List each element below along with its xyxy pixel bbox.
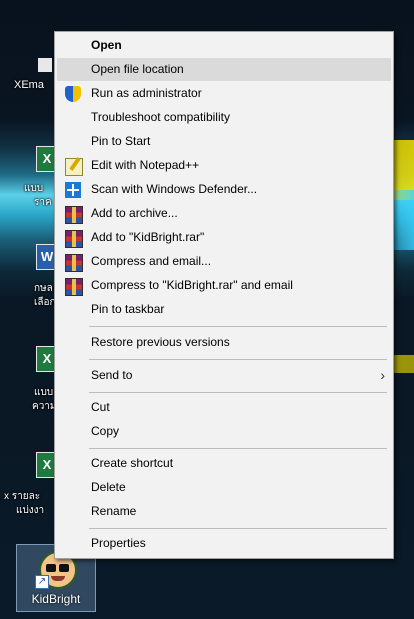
menu-item-open-file-location[interactable]: Open file location bbox=[57, 58, 391, 81]
menu-item-send-to[interactable]: Send to › bbox=[57, 364, 391, 387]
menu-separator bbox=[89, 359, 387, 360]
menu-item-restore-previous-versions[interactable]: Restore previous versions bbox=[57, 331, 391, 354]
menu-item-pin-to-start[interactable]: Pin to Start bbox=[57, 130, 391, 153]
winrar-icon bbox=[65, 278, 83, 296]
winrar-icon bbox=[65, 254, 83, 272]
menu-item-edit-notepad[interactable]: Edit with Notepad++ bbox=[57, 154, 391, 177]
windows-defender-icon bbox=[65, 182, 81, 198]
menu-item-copy[interactable]: Copy bbox=[57, 420, 391, 443]
desktop-icon-label: KidBright bbox=[31, 592, 81, 606]
menu-item-cut[interactable]: Cut bbox=[57, 396, 391, 419]
menu-item-rename[interactable]: Rename bbox=[57, 500, 391, 523]
context-menu: Open Open file location Run as administr… bbox=[54, 31, 394, 559]
menu-separator bbox=[89, 326, 387, 327]
menu-item-delete[interactable]: Delete bbox=[57, 476, 391, 499]
uac-shield-icon bbox=[65, 86, 81, 102]
menu-item-compress-email[interactable]: Compress and email... bbox=[57, 250, 391, 273]
menu-item-scan-defender[interactable]: Scan with Windows Defender... bbox=[57, 178, 391, 201]
menu-item-add-to-archive[interactable]: Add to archive... bbox=[57, 202, 391, 225]
xemail-icon bbox=[38, 58, 52, 72]
menu-item-open[interactable]: Open bbox=[57, 34, 391, 57]
menu-separator bbox=[89, 528, 387, 529]
menu-separator bbox=[89, 448, 387, 449]
menu-item-create-shortcut[interactable]: Create shortcut bbox=[57, 452, 391, 475]
menu-separator bbox=[89, 392, 387, 393]
menu-item-run-as-administrator[interactable]: Run as administrator bbox=[57, 82, 391, 105]
chevron-right-icon: › bbox=[380, 367, 385, 383]
winrar-icon bbox=[65, 230, 83, 248]
menu-item-troubleshoot[interactable]: Troubleshoot compatibility bbox=[57, 106, 391, 129]
notepad-plus-icon bbox=[65, 158, 83, 176]
menu-item-add-to-rar[interactable]: Add to "KidBright.rar" bbox=[57, 226, 391, 249]
menu-item-properties[interactable]: Properties bbox=[57, 532, 391, 555]
menu-item-pin-to-taskbar[interactable]: Pin to taskbar bbox=[57, 298, 391, 321]
shortcut-arrow-icon: ↗ bbox=[35, 575, 49, 589]
menu-item-compress-rar-email[interactable]: Compress to "KidBright.rar" and email bbox=[57, 274, 391, 297]
winrar-icon bbox=[65, 206, 83, 224]
